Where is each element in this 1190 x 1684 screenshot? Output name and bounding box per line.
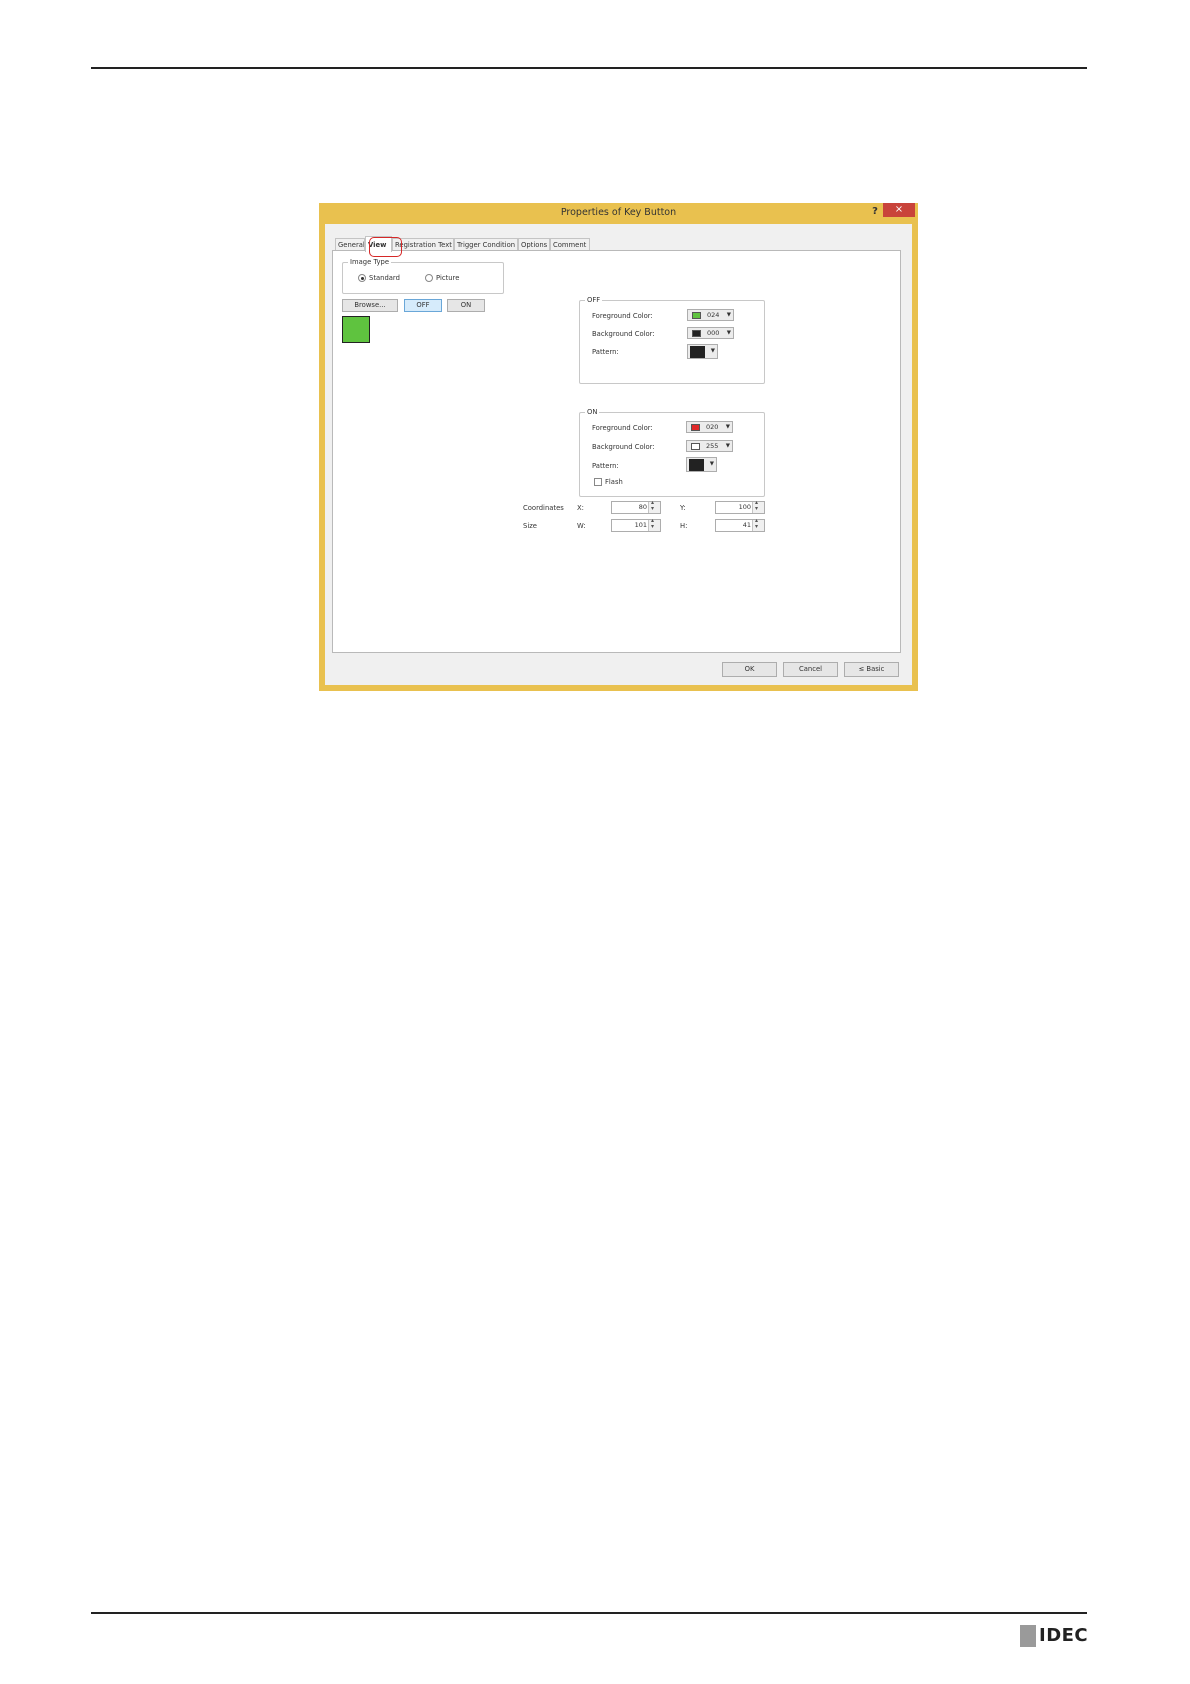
logo-bar [1020, 1625, 1036, 1647]
on-background-value: 255 [706, 442, 719, 450]
on-foreground-color-select[interactable]: 020 ▼ [686, 421, 733, 433]
title-bar[interactable]: Properties of Key Button ? × [319, 203, 918, 224]
footer-rule [91, 1612, 1087, 1614]
off-legend: OFF [585, 295, 603, 305]
picture-radio[interactable] [425, 274, 433, 282]
x-stepper[interactable]: 80 [611, 499, 661, 514]
header-rule [91, 67, 1087, 69]
on-foreground-swatch [691, 424, 700, 431]
on-preview-button[interactable]: ON [447, 299, 485, 312]
ok-button[interactable]: OK [722, 662, 777, 677]
on-background-label: Background Color: [592, 443, 655, 451]
off-foreground-label: Foreground Color: [592, 312, 653, 320]
standard-radio[interactable] [358, 274, 366, 282]
y-label: Y: [680, 504, 686, 512]
off-background-value: 000 [707, 329, 720, 337]
chevron-down-icon: ▼ [725, 443, 730, 449]
off-pattern-select[interactable]: ▼ [687, 344, 718, 359]
coordinates-label: Coordinates [523, 504, 564, 512]
on-foreground-label: Foreground Color: [592, 424, 653, 432]
logo-text: IDEC [1039, 1625, 1089, 1646]
y-value: 100 [738, 503, 751, 511]
size-label: Size [523, 522, 537, 530]
view-tab-highlight [369, 237, 402, 257]
off-pattern-swatch [690, 346, 705, 358]
chevron-down-icon: ▼ [710, 348, 715, 354]
on-legend: ON [585, 407, 600, 417]
on-pattern-label: Pattern: [592, 462, 619, 470]
chevron-down-icon: ▼ [709, 461, 714, 467]
x-label: X: [577, 504, 584, 512]
w-label: W: [577, 522, 586, 530]
on-background-swatch [691, 443, 700, 450]
chevron-down-icon: ▼ [726, 330, 731, 336]
w-stepper[interactable]: 101 [611, 517, 661, 532]
off-background-swatch [692, 330, 701, 337]
y-stepper[interactable]: 100 [715, 499, 765, 514]
dialog-title: Properties of Key Button [560, 207, 677, 218]
spin-arrows-icon[interactable] [648, 517, 660, 531]
on-foreground-value: 020 [706, 423, 719, 431]
on-pattern-select[interactable]: ▼ [686, 457, 717, 472]
on-background-color-select[interactable]: 255 ▼ [686, 440, 733, 452]
chevron-down-icon: ▼ [726, 312, 731, 318]
off-pattern-label: Pattern: [592, 348, 619, 356]
spin-arrows-icon[interactable] [752, 499, 764, 513]
off-background-color-select[interactable]: 000 ▼ [687, 327, 734, 339]
h-value: 41 [742, 521, 751, 529]
browse-button[interactable]: Browse... [342, 299, 398, 312]
off-foreground-color-select[interactable]: 024 ▼ [687, 309, 734, 321]
chevron-down-icon: ▼ [725, 424, 730, 430]
image-type-group: Image Type [342, 257, 504, 294]
flash-checkbox[interactable] [594, 478, 602, 486]
off-background-label: Background Color: [592, 330, 655, 338]
image-type-legend: Image Type [348, 257, 392, 267]
basic-button[interactable]: ≤ Basic [844, 662, 899, 677]
cancel-button[interactable]: Cancel [783, 662, 838, 677]
off-foreground-value: 024 [707, 311, 720, 319]
x-value: 80 [638, 503, 647, 511]
off-foreground-swatch [692, 312, 701, 319]
spin-arrows-icon[interactable] [752, 517, 764, 531]
w-value: 101 [634, 521, 647, 529]
picture-radio-label[interactable]: Picture [436, 273, 459, 283]
close-button[interactable]: × [883, 203, 915, 217]
off-preview-button[interactable]: OFF [404, 299, 442, 312]
help-button[interactable]: ? [868, 205, 882, 219]
button-preview [342, 316, 370, 343]
flash-label[interactable]: Flash [605, 477, 623, 487]
h-label: H: [680, 522, 688, 530]
spin-arrows-icon[interactable] [648, 499, 660, 513]
standard-radio-label[interactable]: Standard [369, 273, 400, 283]
on-pattern-swatch [689, 459, 704, 471]
h-stepper[interactable]: 41 [715, 517, 765, 532]
